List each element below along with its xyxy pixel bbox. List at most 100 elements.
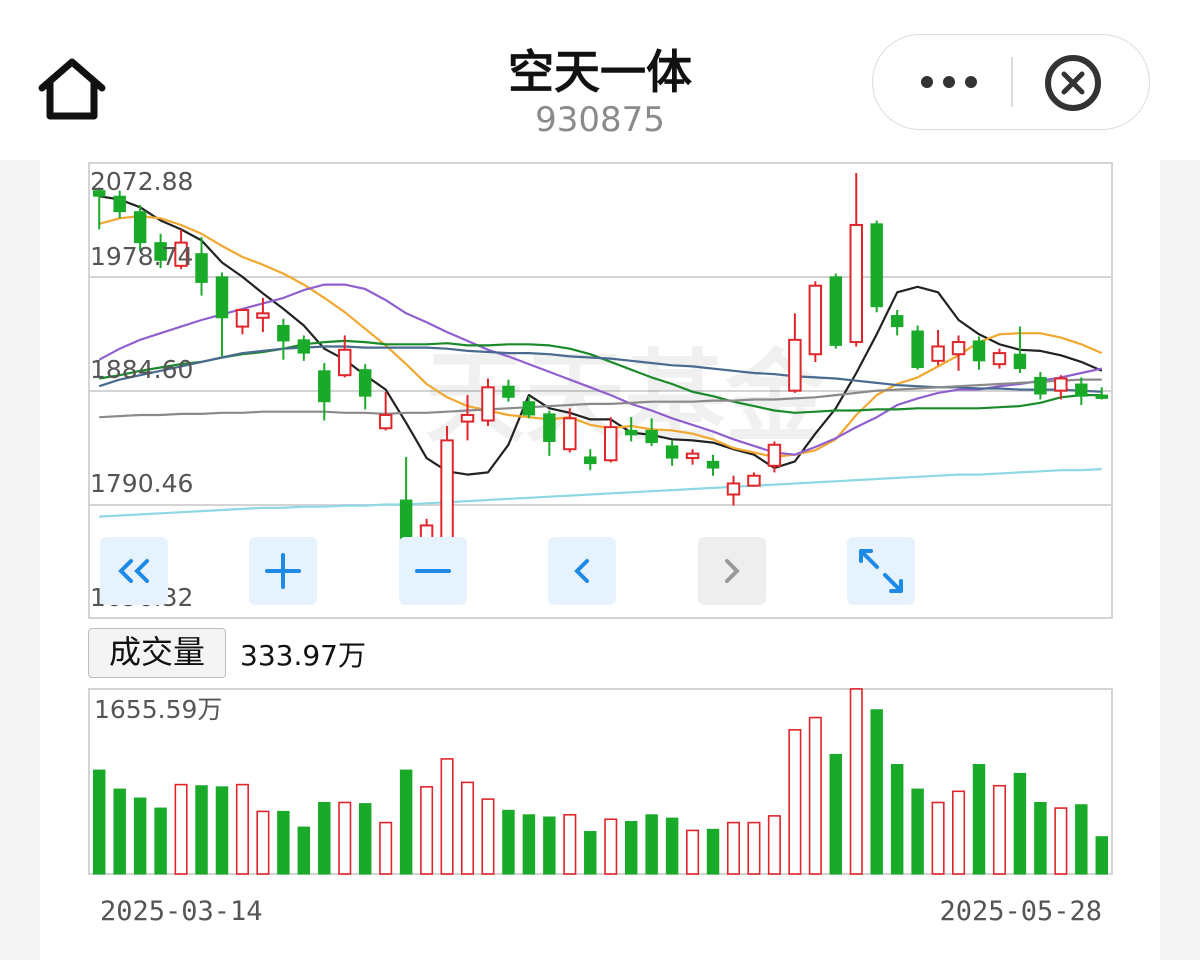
candle bbox=[788, 313, 802, 393]
candle-body bbox=[195, 253, 208, 283]
volume-bar bbox=[174, 783, 188, 875]
minus-icon bbox=[415, 569, 451, 573]
candle bbox=[440, 426, 454, 555]
volume-bar bbox=[440, 758, 454, 875]
candle-body bbox=[1013, 353, 1027, 370]
volume-bar bbox=[952, 790, 966, 875]
volume-bar bbox=[767, 815, 781, 875]
volume-bar bbox=[502, 809, 515, 875]
candle-body bbox=[584, 456, 597, 465]
volume-bar bbox=[1034, 801, 1047, 875]
previous-button[interactable] bbox=[548, 537, 616, 605]
candle-body bbox=[460, 413, 475, 423]
candle-body bbox=[931, 345, 945, 362]
candle bbox=[706, 454, 720, 476]
candle-body bbox=[481, 386, 495, 422]
volume-bar bbox=[543, 816, 556, 875]
candle-body bbox=[849, 223, 863, 344]
candle-body bbox=[665, 445, 679, 459]
candle-body bbox=[235, 309, 250, 328]
candle-body bbox=[685, 452, 700, 460]
volume-bar bbox=[297, 826, 311, 875]
chevron-right-icon bbox=[725, 559, 740, 583]
fullscreen-button[interactable] bbox=[847, 537, 915, 605]
candle bbox=[277, 318, 290, 360]
candle bbox=[992, 348, 1007, 369]
candle-body bbox=[951, 341, 966, 356]
volume-bar bbox=[849, 688, 863, 875]
price-axis-label: 1790.46 bbox=[90, 469, 193, 498]
volume-bar bbox=[1013, 772, 1027, 875]
candle bbox=[951, 335, 966, 371]
volume-bar bbox=[420, 786, 434, 875]
candle-body bbox=[972, 340, 986, 362]
volume-bar bbox=[318, 801, 331, 875]
volume-bar bbox=[481, 798, 495, 875]
candle-body bbox=[378, 413, 393, 430]
candle-body bbox=[563, 417, 577, 451]
candle bbox=[215, 272, 229, 357]
candle-body bbox=[788, 338, 802, 392]
plus-icon bbox=[265, 553, 301, 589]
candle bbox=[297, 335, 311, 361]
candle-body bbox=[522, 401, 536, 416]
volume-bar bbox=[113, 788, 126, 875]
volume-bar bbox=[338, 801, 352, 875]
candle-body bbox=[870, 223, 883, 308]
top-bar: 空天一体 930875 bbox=[0, 0, 1200, 160]
candle-body bbox=[645, 429, 658, 444]
chevron-left-icon bbox=[574, 559, 589, 583]
first-page-button[interactable] bbox=[100, 537, 168, 605]
candle-body bbox=[890, 315, 904, 328]
zoom-out-button[interactable] bbox=[399, 537, 467, 605]
volume-bar bbox=[358, 803, 372, 875]
candle bbox=[931, 329, 945, 366]
candle bbox=[1034, 371, 1047, 400]
candle-body bbox=[1095, 394, 1108, 399]
candle bbox=[1075, 377, 1088, 406]
volume-indicator-button[interactable]: 成交量 bbox=[88, 628, 226, 678]
candle bbox=[358, 364, 372, 410]
volume-chart[interactable]: 1655.59万 bbox=[40, 685, 1160, 885]
volume-bar bbox=[584, 831, 597, 875]
volume-bar bbox=[665, 817, 679, 875]
candle-body bbox=[829, 276, 843, 346]
start-date: 2025-03-14 bbox=[100, 896, 263, 927]
candle-body bbox=[215, 276, 229, 319]
candle-body bbox=[256, 312, 270, 319]
next-button[interactable] bbox=[698, 537, 766, 605]
candle-body bbox=[297, 339, 311, 354]
candle bbox=[747, 472, 761, 487]
candle bbox=[849, 173, 863, 347]
candle-body bbox=[133, 211, 147, 244]
candle bbox=[829, 273, 843, 349]
volume-max-label: 1655.59万 bbox=[94, 695, 222, 724]
candle bbox=[972, 336, 986, 370]
volume-bar bbox=[931, 801, 945, 875]
volume-bar bbox=[379, 821, 393, 875]
candle-body bbox=[1075, 383, 1088, 397]
price-axis-label: 2072.88 bbox=[90, 167, 193, 196]
candle-body bbox=[767, 443, 782, 467]
zoom-in-button[interactable] bbox=[249, 537, 317, 605]
candle bbox=[235, 309, 250, 335]
expand-icon bbox=[859, 549, 903, 593]
candle-body bbox=[358, 369, 372, 397]
volume-bar bbox=[133, 797, 147, 875]
more-icon[interactable] bbox=[917, 67, 981, 97]
price-axis-label: 1978.74 bbox=[90, 242, 193, 271]
volume-bar bbox=[1075, 804, 1088, 875]
ma-line-ma250 bbox=[99, 468, 1102, 518]
candle-body bbox=[113, 195, 126, 213]
volume-bar bbox=[972, 763, 986, 875]
volume-bar bbox=[829, 753, 843, 875]
volume-bar bbox=[563, 813, 577, 875]
candle-body bbox=[1034, 376, 1047, 395]
candle bbox=[911, 325, 924, 370]
close-icon[interactable] bbox=[1043, 53, 1103, 113]
end-date: 2025-05-28 bbox=[939, 896, 1102, 927]
volume-bar bbox=[1054, 807, 1068, 875]
volume-bar bbox=[870, 709, 883, 875]
candle-body bbox=[543, 413, 556, 442]
price-axis-label: 1884.60 bbox=[90, 355, 193, 384]
